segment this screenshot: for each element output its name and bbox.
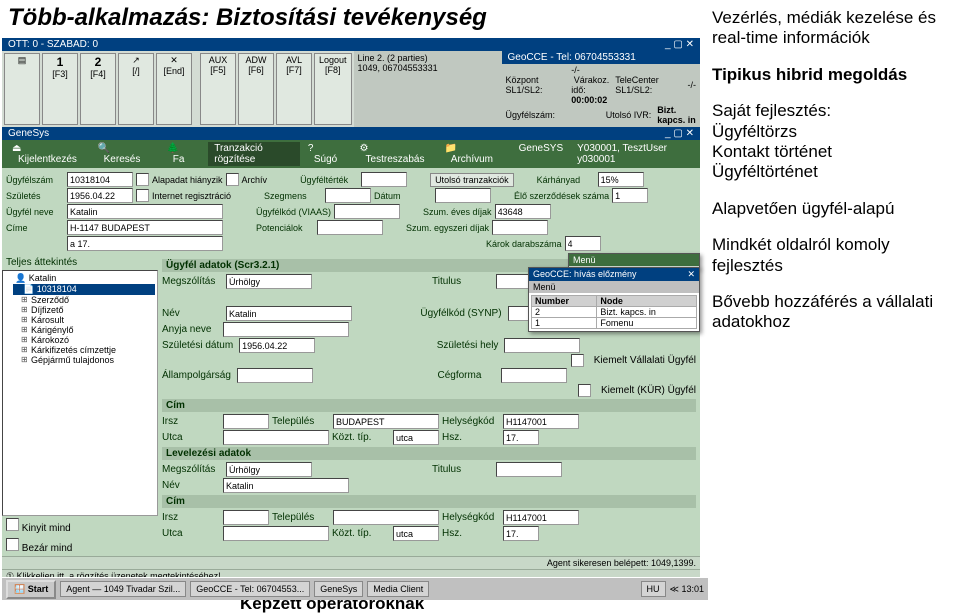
customer-header-form: Ügyfélszám Alapadat hiányzik Archív Ügyf… bbox=[2, 168, 700, 255]
szuletes-input[interactable] bbox=[67, 188, 133, 203]
karok-input[interactable] bbox=[565, 236, 601, 251]
genesys-bar: GeneSys_ ▢ ✕ bbox=[2, 127, 700, 140]
task-agent[interactable]: Agent — 1049 Tivadar Szil... bbox=[60, 581, 186, 597]
annot-own-dev: Saját fejlesztés: Ügyféltörzs Kontakt tö… bbox=[712, 101, 952, 183]
elo-input[interactable] bbox=[612, 188, 648, 203]
tb-icon[interactable]: ▤ bbox=[4, 53, 40, 125]
app-titlebar: OTT: 0 - SZABAD: 0 _ ▢ ✕ bbox=[2, 38, 700, 51]
menu-search[interactable]: 🔍 Keresés bbox=[92, 142, 159, 166]
menu-logout[interactable]: ⏏ Kijelentkezés bbox=[6, 142, 90, 166]
table-row: 2Bizt. kapcs. in bbox=[532, 307, 697, 318]
tb-adw[interactable]: ADW[F6] bbox=[238, 53, 274, 125]
annot-customer-based: Alapvetően ügyfél-alapú bbox=[712, 199, 952, 219]
menu-archive[interactable]: 📁 Archívum bbox=[439, 142, 511, 166]
start-button[interactable]: 🪟 Start bbox=[6, 580, 56, 599]
tb-line2[interactable]: 2[F4] bbox=[80, 53, 116, 125]
app-window: OTT: 0 - SZABAD: 0 _ ▢ ✕ ▤ 1[F3] 2[F4] ↗… bbox=[2, 38, 700, 583]
annot-development: Mindkét oldalról komoly fejlesztés bbox=[712, 235, 952, 276]
geocce-table: NumberNode 2Bizt. kapcs. in 1Fomenu bbox=[531, 295, 697, 329]
menu-genesys[interactable]: GeneSYS bbox=[513, 142, 569, 166]
karhanyad-input[interactable] bbox=[598, 172, 644, 187]
lang-indicator[interactable]: HU bbox=[641, 581, 666, 597]
tb-aux[interactable]: AUX[F5] bbox=[200, 53, 236, 125]
annot-access: Bővebb hozzáférés a vállalati adatokhoz bbox=[712, 292, 952, 333]
annot-hybrid: Tipikus hibrid megoldás bbox=[712, 65, 952, 85]
menu-user: Y030001, TesztUser y030001 bbox=[571, 142, 696, 166]
cime2-input[interactable] bbox=[67, 236, 223, 251]
internet-chk[interactable] bbox=[136, 189, 149, 202]
cime-input[interactable] bbox=[67, 220, 223, 235]
task-geocce[interactable]: GeoCCE - Tel: 06704553... bbox=[190, 581, 310, 597]
ugyfelterk-input[interactable] bbox=[361, 172, 407, 187]
annot-control: Vezérlés, médiák kezelése és real-time i… bbox=[712, 8, 952, 49]
menu-transaction[interactable]: Tranzakció rögzítése bbox=[208, 142, 300, 166]
tb-logout[interactable]: Logout[F8] bbox=[314, 53, 352, 125]
main-toolbar: ▤ 1[F3] 2[F4] ↗[/] ✕[End] AUX[F5] ADW[F6… bbox=[2, 51, 354, 127]
task-media[interactable]: Media Client bbox=[367, 581, 429, 597]
table-row: 1Fomenu bbox=[532, 318, 697, 329]
menu-help[interactable]: ? Súgó bbox=[302, 142, 352, 166]
detail-form: Ügyfél adatok (Scr3.2.1) Megszólítás Tit… bbox=[158, 255, 700, 556]
last-trans-button[interactable]: Utolsó tranzakciók bbox=[430, 173, 514, 187]
task-genesys[interactable]: GeneSys bbox=[314, 581, 363, 597]
clock: ≪ 13:01 bbox=[670, 584, 704, 595]
tb-line1[interactable]: 1[F3] bbox=[42, 53, 78, 125]
menu-tree[interactable]: 🌲 Fa bbox=[161, 142, 207, 166]
tree-title: Teljes áttekintés bbox=[2, 255, 158, 270]
menubar: ⏏ Kijelentkezés 🔍 Keresés 🌲 Fa Tranzakci… bbox=[2, 140, 700, 168]
archiv-chk[interactable] bbox=[226, 173, 239, 186]
alapadat-chk[interactable] bbox=[136, 173, 149, 186]
taskbar: 🪟 Start Agent — 1049 Tivadar Szil... Geo… bbox=[2, 577, 708, 600]
window-controls[interactable]: _ ▢ ✕ bbox=[665, 39, 694, 50]
tb-slash[interactable]: ↗[/] bbox=[118, 53, 154, 125]
szum-input[interactable] bbox=[495, 204, 551, 219]
geocce-popup[interactable]: GeoCCE: hívás előzmény✕ Menü NumberNode … bbox=[528, 267, 700, 332]
close-icon[interactable]: ✕ bbox=[687, 269, 695, 280]
ugyfelszam-input[interactable] bbox=[67, 172, 133, 187]
tb-avl[interactable]: AVL[F7] bbox=[276, 53, 312, 125]
geocce-status: GeoCCE - Tel: 06704553331 Központ SL1/SL… bbox=[502, 51, 700, 127]
titlebar-text: OTT: 0 - SZABAD: 0 bbox=[8, 39, 98, 50]
line-status: Line 2. (2 parties) 1049, 06704553331 bbox=[354, 51, 502, 127]
agent-status: Agent sikeresen belépett: 1049,1399. bbox=[2, 556, 700, 569]
menu-customize[interactable]: ⚙ Testreszabás bbox=[354, 142, 437, 166]
tb-end[interactable]: ✕[End] bbox=[156, 53, 192, 125]
tree-view[interactable]: 👤 Katalin 📄 10318104 Szerződő Díjfizető … bbox=[2, 270, 158, 516]
ugyfelneve-input[interactable] bbox=[67, 204, 223, 219]
annotations: Vezérlés, médiák kezelése és real-time i… bbox=[712, 8, 952, 349]
